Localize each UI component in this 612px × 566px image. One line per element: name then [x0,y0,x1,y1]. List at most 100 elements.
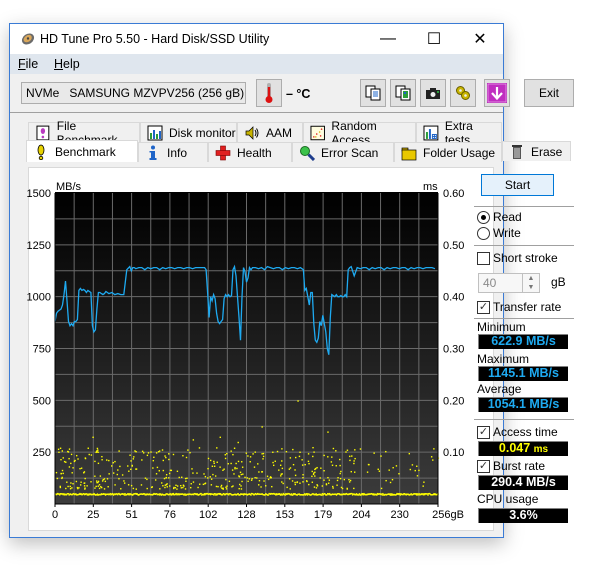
average-value: 1054.1 MB/s [478,397,568,412]
cpu-usage-value: 3.6% [478,508,568,523]
tab-benchmark[interactable]: Benchmark [26,140,138,162]
minimize-icon: — [380,30,396,47]
benchmark-panel [28,167,494,531]
divider [474,245,574,246]
menu-file-label: ile [25,57,39,71]
tab-extra-tests[interactable]: Extra tests [416,119,502,147]
benchmark-icon [37,144,45,160]
folder-icon [401,147,417,160]
extra-tests-icon [423,125,439,140]
short-stroke-unit: gB [551,275,566,289]
tab-random-access[interactable]: Random Access [303,119,416,147]
exit-button[interactable]: Exit [524,79,574,107]
tab-file-benchmark[interactable]: File Benchmark [28,119,140,147]
copy-screenshot-icon [395,85,411,101]
close-icon: ✕ [473,31,487,48]
tab-folder-usage-label: Folder Usage [423,145,496,160]
tab-error-scan-label: Error Scan [321,145,379,160]
read-radio[interactable] [477,211,490,224]
disk-monitor-icon [147,125,163,140]
chevron-down-icon: ⌵ [231,85,240,97]
copy-text-button[interactable] [360,79,386,107]
tab-error-scan[interactable]: Error Scan [292,142,394,162]
random-access-icon [310,125,325,140]
speaker-icon [245,125,259,140]
tab-health[interactable]: Health [208,142,292,162]
health-cross-icon [215,145,231,160]
access-time-unit: ms [533,444,549,455]
tab-benchmark-label: Benchmark [55,144,116,159]
temperature-readout: – °C [286,87,311,101]
minimum-value: 622.9 MB/s [478,334,568,349]
maximize-icon: ☐ [426,31,442,48]
transfer-rate-label: Transfer rate [493,300,562,314]
app-window: HD Tune Pro 5.50 - Hard Disk/SSD Utility… [9,23,574,538]
divider [474,318,574,319]
tab-info-label: Info [167,145,188,160]
short-stroke-size-spinner[interactable]: 40 ▲ ▼ [478,273,540,293]
screenshot-button[interactable] [420,79,446,107]
close-button[interactable]: ✕ [457,24,503,54]
window-title: HD Tune Pro 5.50 - Hard Disk/SSD Utility [40,32,270,46]
cpu-usage-label: CPU usage [477,492,539,506]
transfer-rate-checkbox[interactable]: ✓ [477,301,490,314]
menu-help-label: elp [63,57,80,71]
tab-health-label: Health [237,145,272,160]
file-benchmark-icon [36,125,50,140]
tab-erase[interactable]: Erase [502,141,571,161]
access-time-label: Access time [493,425,558,439]
spinner-arrows-icon[interactable]: ▲ ▼ [522,274,539,292]
save-button[interactable] [484,79,510,107]
menu-help-accel: H [54,57,64,71]
drive-select[interactable]: NVMe SAMSUNG MZVPV256 (256 gB) ⌵ [21,82,246,104]
toolbar: NVMe SAMSUNG MZVPV256 (256 gB) ⌵ – °C Ex… [10,74,574,113]
read-label: Read [493,210,522,224]
menu-file[interactable]: File [18,57,38,71]
tab-disk-monitor-label: Disk monitor [169,125,236,140]
maximum-value: 1145.1 MB/s [478,366,568,381]
temperature-button[interactable] [256,79,282,107]
divider [474,419,574,420]
write-radio[interactable] [477,227,490,240]
tab-erase-label: Erase [531,144,563,159]
exit-button-label: Exit [538,86,559,100]
tab-aam[interactable]: AAM [237,122,303,142]
write-label: Write [493,226,521,240]
minimize-button[interactable]: — [365,24,411,54]
hard-disk-icon [21,33,35,45]
average-label: Average [477,382,522,396]
menu-bar: File Help [10,54,503,74]
magnifier-icon [300,145,315,161]
thermometer-icon [265,83,273,103]
options-button[interactable] [450,79,476,107]
tab-folder-usage[interactable]: Folder Usage [394,142,502,162]
start-button-label: Start [504,178,531,192]
tab-disk-monitor[interactable]: Disk monitor [140,122,237,142]
burst-rate-checkbox[interactable]: ✓ [477,460,490,473]
access-time-value: 0.047 ms [478,441,568,456]
access-time-number: 0.047 [498,441,531,455]
menu-file-accel: F [18,57,26,71]
copy-text-icon [365,85,381,101]
short-stroke-label: Short stroke [493,251,558,265]
options-icon [456,86,470,100]
tab-info[interactable]: Info [138,142,208,162]
maximize-button[interactable]: ☐ [411,24,457,54]
menu-help[interactable]: Help [54,57,80,71]
copy-screenshot-button[interactable] [390,79,416,107]
drive-select-value: NVMe SAMSUNG MZVPV256 (256 gB) [26,86,245,100]
maximum-label: Maximum [477,352,530,366]
minimum-label: Minimum [477,320,526,334]
short-stroke-checkbox[interactable] [477,252,490,265]
start-button[interactable]: Start [481,174,554,196]
tab-aam-label: AAM [266,125,293,140]
divider [474,206,574,207]
info-icon [149,145,157,160]
trash-icon [512,144,522,159]
short-stroke-size-value: 40 [483,276,497,290]
burst-rate-label: Burst rate [493,459,546,473]
access-time-checkbox[interactable]: ✓ [477,426,490,439]
save-download-icon [487,83,507,103]
burst-rate-value: 290.4 MB/s [478,475,568,490]
title-bar: HD Tune Pro 5.50 - Hard Disk/SSD Utility… [10,24,503,54]
